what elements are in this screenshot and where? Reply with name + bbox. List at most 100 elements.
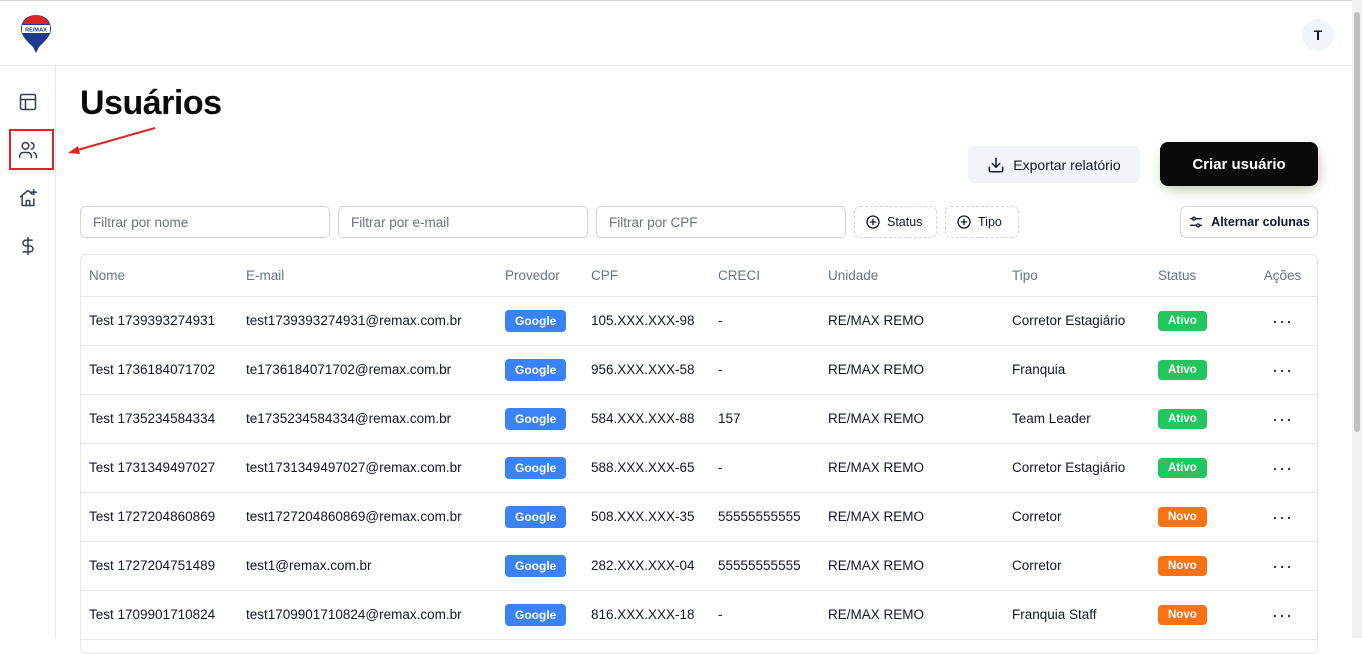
status-badge: Novo — [1158, 506, 1207, 527]
provider-badge: Google — [505, 407, 567, 430]
more-actions-icon[interactable]: ··· — [1269, 358, 1297, 382]
cell-creci: 157 — [710, 394, 820, 444]
toggle-columns-button[interactable]: Alternar colunas — [1180, 206, 1318, 238]
type-filter-button[interactable]: Tipo — [945, 206, 1019, 238]
sidebar-item-finance[interactable] — [12, 230, 44, 262]
more-actions-icon[interactable]: ··· — [1269, 554, 1297, 578]
cell-status: Novo — [1150, 541, 1246, 591]
status-badge: Ativo — [1158, 408, 1207, 429]
cell-type: Corretor — [1004, 541, 1150, 591]
cell-unit: RE/MAX REMO — [820, 590, 1004, 640]
scrollbar-thumb[interactable] — [1354, 12, 1360, 432]
provider-badge: Google — [505, 505, 567, 528]
cell-name: Test 1739393274931 — [81, 296, 238, 346]
export-report-button[interactable]: Exportar relatório — [968, 146, 1140, 183]
cell-provider: Google — [497, 296, 583, 346]
cell-status: Novo — [1150, 590, 1246, 640]
provider-badge: Google — [505, 456, 567, 479]
users-icon — [18, 141, 38, 159]
cell-type: Team Leader — [1004, 394, 1150, 444]
cell-creci: - — [710, 345, 820, 395]
cell-cpf: 105.XXX.XXX-98 — [583, 296, 710, 346]
provider-badge: Google — [505, 358, 567, 381]
cell-unit: RE/MAX REMO — [820, 296, 1004, 346]
plus-circle-icon — [957, 215, 971, 229]
remax-balloon-logo[interactable]: RE/MAX — [20, 14, 52, 54]
type-filter-label: Tipo — [978, 215, 1002, 229]
table-row[interactable]: Test 1727204751489 test1@remax.com.br Go… — [81, 541, 1317, 591]
more-actions-icon[interactable]: ··· — [1269, 309, 1297, 333]
cpf-filter-input[interactable] — [596, 206, 846, 238]
cell-email: test1731349497027@remax.com.br — [238, 443, 497, 493]
house-plus-icon — [19, 188, 38, 207]
status-badge: Novo — [1158, 604, 1207, 625]
dollar-icon — [22, 236, 34, 256]
toggle-columns-label: Alternar colunas — [1211, 215, 1310, 229]
column-header-provider[interactable]: Provedor — [497, 255, 583, 297]
table-row[interactable]: Test 1727204860869 test1727204860869@rem… — [81, 492, 1317, 542]
cell-actions: ··· — [1246, 590, 1317, 640]
more-actions-icon[interactable]: ··· — [1269, 603, 1297, 627]
cell-name: Test 1727204860869 — [81, 492, 238, 542]
table-row[interactable]: Test 1735234584334 te1735234584334@remax… — [81, 394, 1317, 444]
cell-provider: Google — [497, 345, 583, 395]
cell-name: Test 1727204751489 — [81, 541, 238, 591]
status-badge: Novo — [1158, 555, 1207, 576]
page-scrollbar[interactable] — [1352, 0, 1362, 638]
cell-actions: ··· — [1246, 492, 1317, 542]
cell-cpf: 584.XXX.XXX-88 — [583, 394, 710, 444]
provider-badge: Google — [505, 603, 567, 626]
status-filter-label: Status — [887, 215, 923, 229]
more-actions-icon[interactable]: ··· — [1269, 407, 1297, 431]
cell-provider: Google — [497, 492, 583, 542]
cell-unit: RE/MAX REMO — [820, 443, 1004, 493]
cell-email: test1709901710824@remax.com.br — [238, 590, 497, 640]
column-header-status[interactable]: Status — [1150, 255, 1246, 297]
name-filter-input[interactable] — [80, 206, 330, 238]
email-filter-input[interactable] — [338, 206, 588, 238]
cell-type: Corretor Estagiário — [1004, 443, 1150, 493]
more-actions-icon[interactable]: ··· — [1269, 505, 1297, 529]
more-actions-icon[interactable]: ··· — [1269, 456, 1297, 480]
cell-name: Test 1735234584334 — [81, 394, 238, 444]
table-header-row: Nome E-mail Provedor CPF CRECI Unidade T… — [81, 255, 1317, 297]
column-header-unit[interactable]: Unidade — [820, 255, 1004, 297]
table-row[interactable]: Test 1739393274931 test1739393274931@rem… — [81, 296, 1317, 346]
column-header-type[interactable]: Tipo — [1004, 255, 1150, 297]
column-header-name[interactable]: Nome — [81, 255, 238, 297]
cell-creci: - — [710, 443, 820, 493]
sidebar-item-properties[interactable] — [12, 182, 44, 214]
cell-status: Ativo — [1150, 394, 1246, 444]
create-user-button[interactable]: Criar usuário — [1160, 142, 1318, 186]
table-row[interactable]: Test 1736184071702 te1736184071702@remax… — [81, 345, 1317, 395]
cell-actions: ··· — [1246, 296, 1317, 346]
sidebar-item-users[interactable] — [12, 134, 44, 166]
cell-status: Ativo — [1150, 345, 1246, 395]
cell-creci: 55555555555 — [710, 492, 820, 542]
cell-creci: 55555555555 — [710, 541, 820, 591]
cell-email: te1735234584334@remax.com.br — [238, 394, 497, 444]
column-header-creci[interactable]: CRECI — [710, 255, 820, 297]
layout-icon — [19, 93, 37, 111]
cell-actions: ··· — [1246, 345, 1317, 395]
export-report-label: Exportar relatório — [1013, 156, 1121, 173]
cell-unit: RE/MAX REMO — [820, 541, 1004, 591]
sidebar — [0, 66, 56, 638]
status-filter-button[interactable]: Status — [854, 206, 937, 238]
cell-cpf: 816.XXX.XXX-18 — [583, 590, 710, 640]
cell-type: Corretor — [1004, 492, 1150, 542]
table-row[interactable]: Test 1709901710824 test1709901710824@rem… — [81, 590, 1317, 640]
user-avatar[interactable]: T — [1302, 19, 1334, 51]
status-badge: Ativo — [1158, 457, 1207, 478]
cell-email: test1727204860869@remax.com.br — [238, 492, 497, 542]
cell-actions: ··· — [1246, 394, 1317, 444]
cell-type: Franquia — [1004, 345, 1150, 395]
cell-type: Corretor Estagiário — [1004, 296, 1150, 346]
cell-name: Test 1731349497027 — [81, 443, 238, 493]
cell-provider: Google — [497, 541, 583, 591]
status-badge: Ativo — [1158, 310, 1207, 331]
column-header-email[interactable]: E-mail — [238, 255, 497, 297]
sidebar-item-dashboard[interactable] — [12, 86, 44, 118]
column-header-cpf[interactable]: CPF — [583, 255, 710, 297]
table-row[interactable]: Test 1731349497027 test1731349497027@rem… — [81, 443, 1317, 493]
